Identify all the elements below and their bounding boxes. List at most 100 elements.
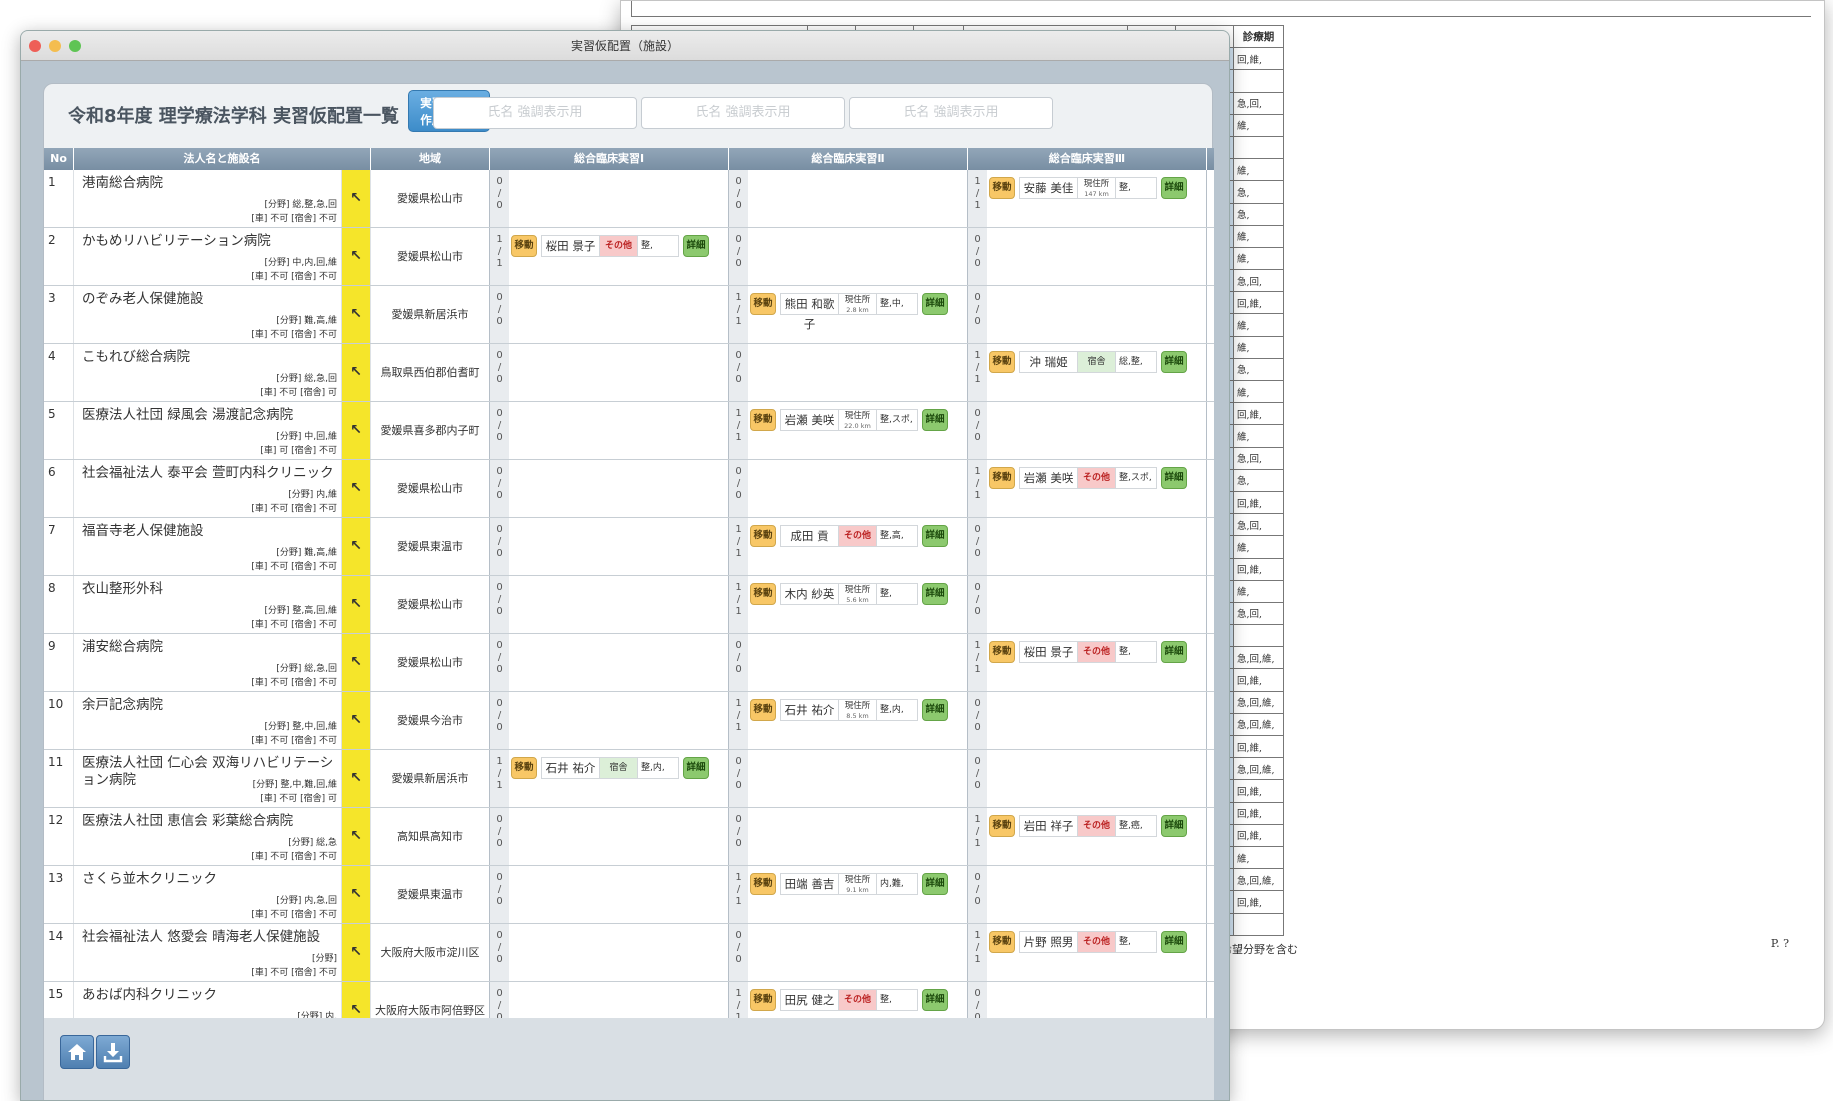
move-button[interactable]: 移動 [750, 293, 776, 315]
student-slot[interactable] [509, 286, 728, 343]
highlight-name-input-3[interactable]: 氏名 強調表示用 [849, 97, 1053, 129]
student-slot[interactable]: 移動 岩瀬 美咲 現住所 22.0 km 整,スポ, 詳細 [748, 402, 967, 459]
student-slot[interactable] [748, 750, 967, 807]
jump-arrow-icon[interactable]: ↖ [342, 924, 371, 981]
student-slot[interactable] [748, 228, 967, 285]
zoom-window-button[interactable] [69, 40, 81, 52]
detail-button[interactable]: 詳細 [1161, 177, 1187, 199]
detail-button[interactable]: 詳細 [922, 873, 948, 895]
student-slot[interactable] [509, 866, 728, 923]
student-slot[interactable] [748, 170, 967, 227]
student-slot[interactable] [748, 460, 967, 517]
jump-arrow-icon[interactable]: ↖ [342, 808, 371, 865]
facility-cell[interactable]: 社会福祉法人 泰平会 萱町内科クリニック [分野] 内,維 [車] 不可 [宿舎] … [74, 460, 342, 517]
student-slot[interactable]: 移動 片野 照男 その他 整, 詳細 [987, 924, 1206, 981]
student-slot[interactable]: 移動 桜田 景子 その他 整, 詳細 [509, 228, 728, 285]
student-slot[interactable] [748, 808, 967, 865]
student-slot[interactable] [509, 576, 728, 633]
facility-cell[interactable]: 余戸記念病院 [分野] 整,中,回,維 [車] 不可 [宿舎] 不可 [74, 692, 342, 749]
move-button[interactable]: 移動 [989, 351, 1015, 373]
move-button[interactable]: 移動 [511, 235, 537, 257]
student-slot[interactable] [987, 750, 1206, 807]
detail-button[interactable]: 詳細 [1161, 931, 1187, 953]
detail-button[interactable]: 詳細 [1161, 467, 1187, 489]
student-slot[interactable] [509, 518, 728, 575]
student-slot[interactable]: 移動 岩瀬 美咲 その他 整,スポ, 詳細 [987, 460, 1206, 517]
student-slot[interactable]: 移動 熊田 和歌子 現住所 2.8 km 整,中, 詳細 [748, 286, 967, 343]
jump-arrow-icon[interactable]: ↖ [342, 170, 371, 227]
move-button[interactable]: 移動 [750, 583, 776, 605]
student-slot[interactable] [987, 866, 1206, 923]
detail-button[interactable]: 詳細 [922, 989, 948, 1011]
student-slot[interactable] [987, 286, 1206, 343]
student-slot[interactable] [987, 692, 1206, 749]
student-slot[interactable]: 移動沖 瑞姫 宿舎 総,整, 詳細 [987, 344, 1206, 401]
move-button[interactable]: 移動 [750, 699, 776, 721]
move-button[interactable]: 移動 [989, 815, 1015, 837]
grid-rows[interactable]: 1 港南総合病院 [分野] 総,整,急,回 [車] 不可 [宿舎] 不可 ↖ 愛媛県松山市… [44, 170, 1214, 1040]
student-slot[interactable] [509, 692, 728, 749]
student-slot[interactable] [987, 402, 1206, 459]
detail-button[interactable]: 詳細 [1161, 351, 1187, 373]
minimize-window-button[interactable] [49, 40, 61, 52]
detail-button[interactable]: 詳細 [922, 583, 948, 605]
jump-arrow-icon[interactable]: ↖ [342, 634, 371, 691]
detail-button[interactable]: 詳細 [1161, 641, 1187, 663]
detail-button[interactable]: 詳細 [922, 293, 948, 315]
student-slot[interactable] [987, 518, 1206, 575]
student-slot[interactable]: 移動 田端 善吉 現住所 9.1 km 内,難, 詳細 [748, 866, 967, 923]
jump-arrow-icon[interactable]: ↖ [342, 344, 371, 401]
student-slot[interactable] [509, 808, 728, 865]
student-slot[interactable] [748, 634, 967, 691]
student-slot[interactable]: 移動 岩田 祥子 その他 整,癌, 詳細 [987, 808, 1206, 865]
move-button[interactable]: 移動 [989, 641, 1015, 663]
facility-cell[interactable]: 医療法人社団 仁心会 双海リハビリテーション病院 [分野] 整,中,難,回,維 [車… [74, 750, 342, 807]
move-button[interactable]: 移動 [989, 177, 1015, 199]
facility-cell[interactable]: 港南総合病院 [分野] 総,整,急,回 [車] 不可 [宿舎] 不可 [74, 170, 342, 227]
facility-cell[interactable]: 医療法人社団 恵信会 彩葉総合病院 [分野] 総,急 [車] 不可 [宿舎] 不可 [74, 808, 342, 865]
facility-cell[interactable]: 浦安総合病院 [分野] 総,急,回 [車] 不可 [宿舎] 不可 [74, 634, 342, 691]
student-slot[interactable]: 移動 石井 祐介 現住所 8.5 km 整,内, 詳細 [748, 692, 967, 749]
move-button[interactable]: 移動 [750, 989, 776, 1011]
move-button[interactable]: 移動 [750, 409, 776, 431]
move-button[interactable]: 移動 [989, 467, 1015, 489]
student-slot[interactable] [987, 228, 1206, 285]
jump-arrow-icon[interactable]: ↖ [342, 402, 371, 459]
student-slot[interactable] [509, 170, 728, 227]
move-button[interactable]: 移動 [989, 931, 1015, 953]
student-slot[interactable] [509, 344, 728, 401]
student-slot[interactable]: 移動 成田 貢その他 整,高, 詳細 [748, 518, 967, 575]
student-slot[interactable]: 移動 木内 紗英 現住所 5.6 km 整, 詳細 [748, 576, 967, 633]
student-slot[interactable]: 移動 安藤 美佳 現住所 147 km 整, 詳細 [987, 170, 1206, 227]
jump-arrow-icon[interactable]: ↖ [342, 518, 371, 575]
student-slot[interactable] [987, 576, 1206, 633]
home-button[interactable] [60, 1035, 94, 1069]
move-button[interactable]: 移動 [750, 873, 776, 895]
student-slot[interactable]: 移動 桜田 景子 その他 整, 詳細 [987, 634, 1206, 691]
jump-arrow-icon[interactable]: ↖ [342, 460, 371, 517]
detail-button[interactable]: 詳細 [922, 409, 948, 431]
close-window-button[interactable] [29, 40, 41, 52]
jump-arrow-icon[interactable]: ↖ [342, 750, 371, 807]
detail-button[interactable]: 詳細 [922, 525, 948, 547]
jump-arrow-icon[interactable]: ↖ [342, 692, 371, 749]
jump-arrow-icon[interactable]: ↖ [342, 866, 371, 923]
facility-cell[interactable]: 社会福祉法人 悠愛会 晴海老人保健施設 [分野] [車] 不可 [宿舎] 不可 [74, 924, 342, 981]
detail-button[interactable]: 詳細 [683, 757, 709, 779]
detail-button[interactable]: 詳細 [922, 699, 948, 721]
student-slot[interactable] [748, 344, 967, 401]
highlight-name-input-1[interactable]: 氏名 強調表示用 [433, 97, 637, 129]
highlight-name-input-2[interactable]: 氏名 強調表示用 [641, 97, 845, 129]
student-slot[interactable] [748, 924, 967, 981]
facility-cell[interactable]: のぞみ老人保健施設 [分野] 難,高,維 [車] 不可 [宿舎] 不可 [74, 286, 342, 343]
jump-arrow-icon[interactable]: ↖ [342, 228, 371, 285]
jump-arrow-icon[interactable]: ↖ [342, 286, 371, 343]
move-button[interactable]: 移動 [750, 525, 776, 547]
student-slot[interactable]: 移動 石井 祐介 宿舎 整,内, 詳細 [509, 750, 728, 807]
facility-cell[interactable]: 衣山整形外科 [分野] 整,高,回,維 [車] 不可 [宿舎] 不可 [74, 576, 342, 633]
facility-cell[interactable]: こもれび総合病院 [分野] 総,急,回 [車] 不可 [宿舎] 可 [74, 344, 342, 401]
student-slot[interactable] [509, 402, 728, 459]
facility-cell[interactable]: 医療法人社団 緑風会 湯渡記念病院 [分野] 中,回,維 [車] 可 [宿舎] 不可 [74, 402, 342, 459]
facility-cell[interactable]: さくら並木クリニック [分野] 内,急,回 [車] 不可 [宿舎] 不可 [74, 866, 342, 923]
student-slot[interactable] [509, 634, 728, 691]
